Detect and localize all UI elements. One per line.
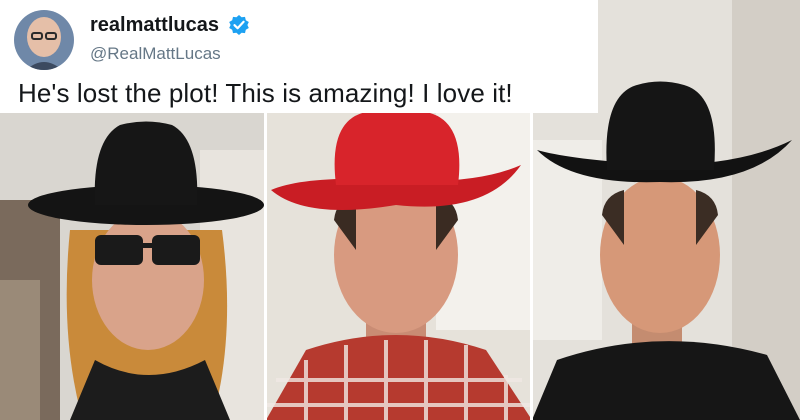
- tweet-text: He's lost the plot! This is amazing! I l…: [18, 78, 513, 108]
- tweet-header: realmattlucas @RealMattLucas He's lost t…: [0, 0, 598, 113]
- tweet-image: realmattlucas @RealMattLucas He's lost t…: [0, 0, 800, 420]
- verified-badge-icon: [228, 14, 250, 36]
- handle[interactable]: @RealMattLucas: [90, 44, 221, 64]
- avatar[interactable]: [14, 10, 74, 70]
- display-name[interactable]: realmattlucas: [90, 14, 219, 37]
